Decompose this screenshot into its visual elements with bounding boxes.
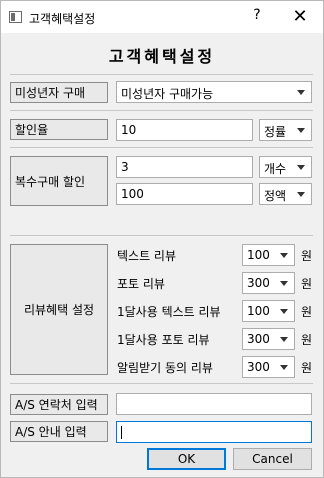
divider xyxy=(10,235,313,236)
chevron-down-icon xyxy=(280,309,288,314)
discount-type-select[interactable]: 정률 xyxy=(259,119,312,141)
page-title: 고객혜택설정 xyxy=(108,47,216,66)
chevron-down-icon xyxy=(280,337,288,342)
review-row-label: 1달사용 텍스트 리뷰 xyxy=(117,305,221,319)
review-benefit-label: 리뷰혜택 설정 xyxy=(10,244,108,375)
divider xyxy=(10,110,313,111)
divider xyxy=(10,74,313,75)
currency-unit: 원 xyxy=(301,361,313,375)
chevron-down-icon xyxy=(297,128,305,133)
text-caret xyxy=(121,426,122,439)
minor-purchase-select[interactable]: 미성년자 구매가능 xyxy=(116,81,312,103)
as-contact-input[interactable] xyxy=(116,393,312,415)
multi-qty-type-value: 개수 xyxy=(264,162,287,176)
help-button[interactable]: ? xyxy=(249,7,265,27)
minor-purchase-value: 미성년자 구매가능 xyxy=(121,87,214,101)
minor-purchase-label: 미성년자 구매 xyxy=(10,82,108,103)
currency-unit: 원 xyxy=(301,305,313,319)
ok-button[interactable]: OK xyxy=(147,448,226,470)
app-icon xyxy=(9,11,22,23)
multi-amount-type-value: 정액 xyxy=(264,189,287,203)
chevron-down-icon xyxy=(280,365,288,370)
review-amount-value: 300 xyxy=(247,276,270,290)
multi-purchase-label-text: 복수구매 할인 xyxy=(15,174,86,189)
as-info-label-text: A/S 안내 입력 xyxy=(15,425,87,439)
review-amount-value: 100 xyxy=(247,248,270,262)
review-amount-select[interactable]: 300 xyxy=(242,328,295,350)
discount-label: 할인율 xyxy=(10,119,108,140)
close-icon[interactable]: ✕ xyxy=(292,6,307,27)
review-amount-select[interactable]: 100 xyxy=(242,300,295,322)
review-amount-select[interactable]: 300 xyxy=(242,272,295,294)
discount-label-text: 할인율 xyxy=(15,123,49,137)
review-amount-value: 300 xyxy=(247,360,270,374)
multi-amount-type-select[interactable]: 정액 xyxy=(259,183,312,205)
as-contact-label: A/S 연락처 입력 xyxy=(10,394,108,415)
chevron-down-icon xyxy=(280,253,288,258)
currency-unit: 원 xyxy=(301,249,313,263)
multi-qty-type-select[interactable]: 개수 xyxy=(259,156,312,178)
chevron-down-icon xyxy=(297,165,305,170)
multi-qty-input[interactable]: 3 xyxy=(116,156,253,178)
divider xyxy=(10,147,313,148)
chevron-down-icon xyxy=(297,90,305,95)
discount-type-value: 정률 xyxy=(264,125,287,139)
currency-unit: 원 xyxy=(301,333,313,347)
currency-unit: 원 xyxy=(301,277,313,291)
as-info-label: A/S 안내 입력 xyxy=(10,421,108,442)
review-benefit-label-text: 리뷰혜택 설정 xyxy=(23,303,95,317)
review-row-label: 텍스트 리뷰 xyxy=(117,249,177,263)
chevron-down-icon xyxy=(297,192,305,197)
minor-purchase-label-text: 미성년자 구매 xyxy=(15,86,86,100)
as-contact-label-text: A/S 연락처 입력 xyxy=(15,398,98,412)
as-info-input[interactable] xyxy=(116,421,312,443)
divider xyxy=(10,383,313,384)
review-amount-select[interactable]: 300 xyxy=(242,356,295,378)
multi-purchase-label: 복수구매 할인 xyxy=(10,156,108,206)
discount-input[interactable]: 10 xyxy=(116,119,253,141)
review-amount-value: 100 xyxy=(247,304,270,318)
dialog-window: 고객혜택설정 ? ✕ 고객혜택설정 미성년자 구매 미성년자 구매가능 할인율 … xyxy=(0,0,324,478)
window-title: 고객혜택설정 xyxy=(29,12,96,26)
review-row-label: 1달사용 포토 리뷰 xyxy=(117,333,210,347)
multi-amount-input[interactable]: 100 xyxy=(116,183,253,205)
review-amount-value: 300 xyxy=(247,332,270,346)
close-button[interactable]: ✕ xyxy=(289,4,311,30)
review-row-label: 알림받기 동의 리뷰 xyxy=(117,361,213,375)
chevron-down-icon xyxy=(280,281,288,286)
review-row-label: 포토 리뷰 xyxy=(117,277,165,291)
review-amount-select[interactable]: 100 xyxy=(242,244,295,266)
cancel-button[interactable]: Cancel xyxy=(233,448,312,470)
title-bar: 고객혜택설정 ? ✕ xyxy=(1,1,323,33)
